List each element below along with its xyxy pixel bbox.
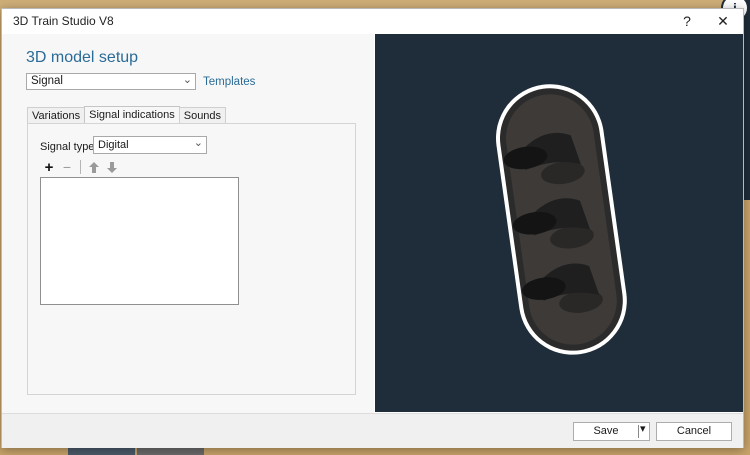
- model-setup-dialog: 3D Train Studio V8 ? ✕ 3D model setup Si…: [1, 8, 744, 448]
- save-button[interactable]: Save ▾: [573, 422, 650, 441]
- save-button-label: Save: [593, 425, 619, 437]
- templates-link[interactable]: Templates: [203, 76, 255, 88]
- indications-list[interactable]: [40, 177, 239, 305]
- signal-type-label: Signal type:: [40, 141, 98, 153]
- chevron-down-icon: ⌄: [193, 137, 203, 149]
- toolbar-divider: [80, 160, 81, 174]
- dialog-footer: Save ▾ Cancel: [2, 413, 743, 448]
- remove-icon[interactable]: −: [58, 159, 76, 175]
- add-icon[interactable]: +: [40, 159, 58, 176]
- arrow-up-icon[interactable]: [85, 159, 103, 175]
- tab-bar: Variations Signal indications Sounds: [27, 106, 227, 125]
- signal-type-value: Digital: [98, 139, 129, 151]
- indication-toolbar: + −: [40, 159, 121, 176]
- signal-indications-panel: Signal type: Digital ⌄ + −: [27, 123, 356, 395]
- arrow-down-icon[interactable]: [103, 159, 121, 175]
- signal-type-select[interactable]: Digital ⌄: [93, 136, 207, 154]
- page-title: 3D model setup: [26, 49, 139, 66]
- help-button[interactable]: ?: [667, 9, 707, 33]
- chevron-down-icon: ⌄: [182, 74, 192, 86]
- settings-pane: 3D model setup Signal ⌄ Templates Variat…: [2, 34, 374, 413]
- close-button[interactable]: ✕: [703, 9, 743, 33]
- cancel-button[interactable]: Cancel: [656, 422, 732, 441]
- title-bar: 3D Train Studio V8 ? ✕: [2, 9, 743, 33]
- signal-model-preview: [495, 84, 627, 355]
- model-type-select[interactable]: Signal ⌄: [26, 73, 196, 90]
- split-divider: [638, 425, 639, 438]
- window-title: 3D Train Studio V8: [13, 14, 114, 28]
- model-preview-viewport[interactable]: [375, 34, 743, 412]
- model-type-value: Signal: [31, 75, 63, 87]
- save-options-dropdown-icon[interactable]: ▾: [640, 422, 646, 435]
